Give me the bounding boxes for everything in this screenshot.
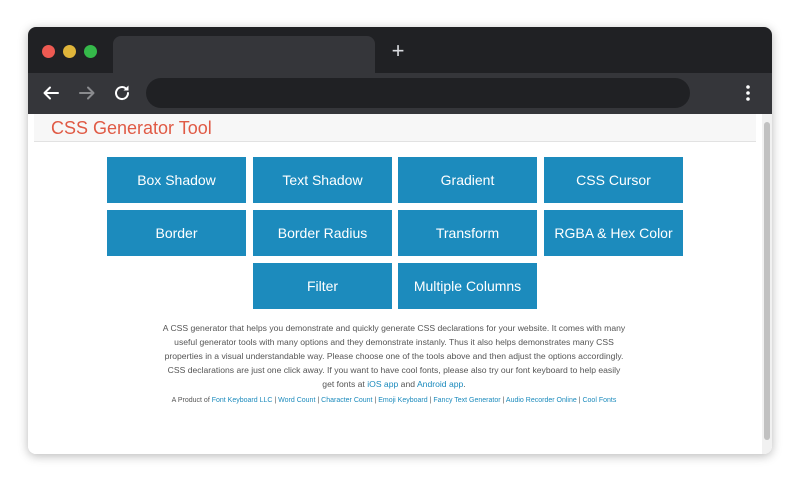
footer-separator: |	[502, 397, 505, 404]
gradient-button[interactable]: Gradient	[398, 157, 537, 203]
border-button[interactable]: Border	[107, 210, 246, 256]
footer-separator: |	[429, 397, 432, 404]
browser-tab[interactable]	[113, 36, 375, 73]
footer-link-cool-fonts[interactable]: Cool Fonts	[582, 397, 616, 404]
scrollbar-thumb[interactable]	[764, 122, 770, 440]
transform-button[interactable]: Transform	[398, 210, 537, 256]
browser-window: + CSS Generator Tool Box Shadow Text Sha…	[28, 27, 772, 454]
forward-arrow-icon[interactable]	[77, 83, 97, 103]
vertical-scrollbar[interactable]	[762, 114, 772, 454]
rgba-hex-color-button[interactable]: RGBA & Hex Color	[544, 210, 683, 256]
footer-separator: |	[274, 397, 277, 404]
text-shadow-button[interactable]: Text Shadow	[253, 157, 392, 203]
footer-separator: |	[374, 397, 377, 404]
close-window-button[interactable]	[42, 45, 55, 58]
android-app-link[interactable]: Android app	[417, 379, 463, 389]
multiple-columns-button[interactable]: Multiple Columns	[398, 263, 537, 309]
page-header: CSS Generator Tool	[34, 114, 756, 142]
more-menu-icon[interactable]	[742, 83, 754, 103]
footer-link-fancy-text-generator[interactable]: Fancy Text Generator	[433, 397, 500, 404]
new-tab-button[interactable]: +	[387, 40, 409, 62]
box-shadow-button[interactable]: Box Shadow	[107, 157, 246, 203]
border-radius-button[interactable]: Border Radius	[253, 210, 392, 256]
footer-link-emoji-keyboard[interactable]: Emoji Keyboard	[378, 397, 427, 404]
description-end: .	[463, 379, 466, 389]
footer-link-character-count[interactable]: Character Count	[321, 397, 372, 404]
footer: A Product of Font Keyboard LLC | Word Co…	[148, 396, 640, 406]
title-bar: +	[28, 27, 772, 73]
description-text: A CSS generator that helps you demonstra…	[161, 321, 627, 391]
minimize-window-button[interactable]	[63, 45, 76, 58]
browser-toolbar	[28, 73, 772, 114]
back-arrow-icon[interactable]	[41, 83, 61, 103]
reload-icon[interactable]	[112, 83, 132, 103]
footer-separator: |	[578, 397, 581, 404]
footer-link-audio-recorder-online[interactable]: Audio Recorder Online	[506, 397, 577, 404]
page-title[interactable]: CSS Generator Tool	[51, 118, 212, 139]
css-cursor-button[interactable]: CSS Cursor	[544, 157, 683, 203]
filter-button[interactable]: Filter	[253, 263, 392, 309]
footer-link-word-count[interactable]: Word Count	[278, 397, 315, 404]
page-viewport: CSS Generator Tool Box Shadow Text Shado…	[28, 114, 772, 454]
footer-prefix: A Product of	[171, 397, 210, 404]
footer-separator: |	[317, 397, 320, 404]
maximize-window-button[interactable]	[84, 45, 97, 58]
address-bar[interactable]	[146, 78, 690, 108]
footer-link-font-keyboard[interactable]: Font Keyboard LLC	[212, 397, 273, 404]
ios-app-link[interactable]: iOS app	[367, 379, 398, 389]
description-and: and	[400, 379, 416, 389]
